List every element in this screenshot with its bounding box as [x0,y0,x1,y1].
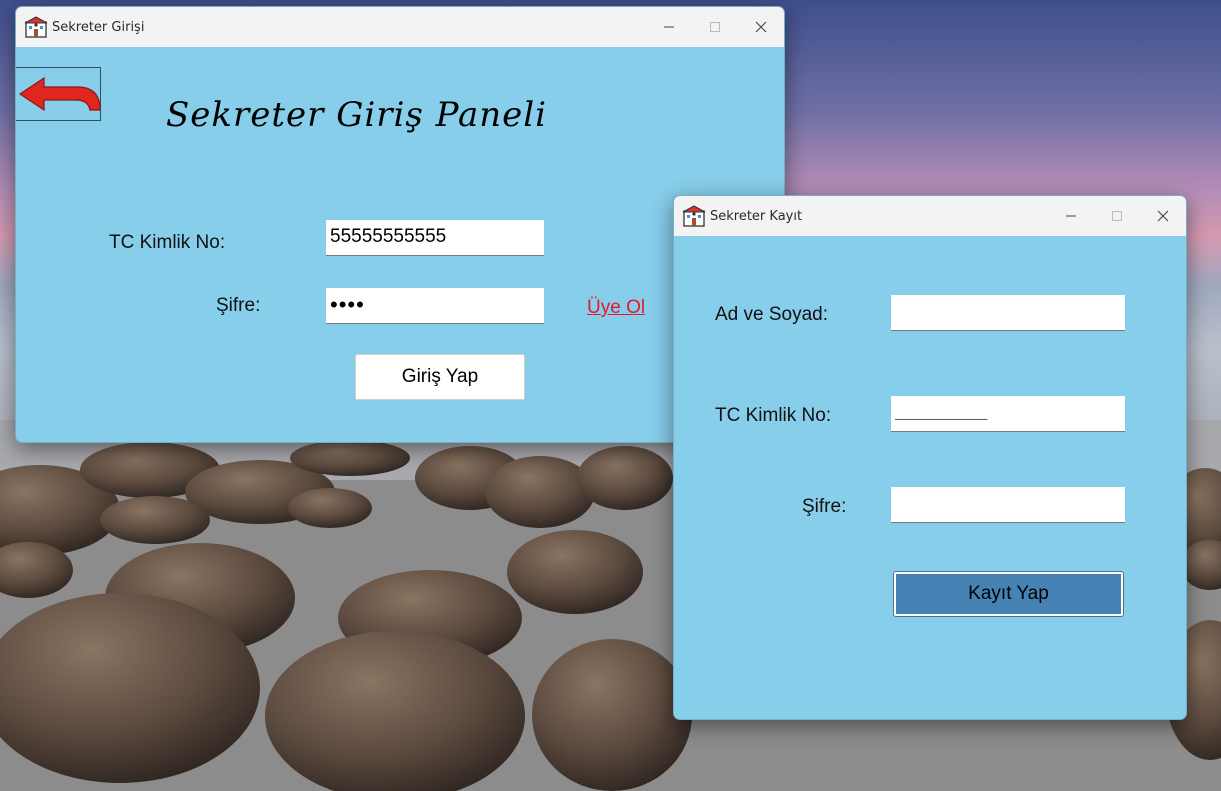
register-button[interactable]: Kayıt Yap [894,572,1123,616]
app-building-icon [24,16,48,38]
maximize-icon [1112,211,1122,221]
back-arrow-icon [18,76,101,112]
login-window: Sekreter Girişi Sekreter Giriş Paneli TC… [15,6,785,443]
tc-masked-input[interactable]: ___________ [891,396,1125,432]
close-icon [755,21,767,33]
login-window-titlebar[interactable]: Sekreter Girişi [16,7,784,47]
tc-label: TC Kimlik No: [109,232,226,253]
back-button[interactable] [16,67,101,121]
register-link[interactable]: Üye Ol [587,297,645,319]
login-window-title: Sekreter Girişi [52,19,145,35]
tc-input[interactable]: 55555555555 [326,220,544,256]
minimize-button[interactable] [646,7,692,47]
register-window-titlebar[interactable]: Sekreter Kayıt [674,196,1186,236]
name-input[interactable] [891,295,1125,331]
tc-label: TC Kimlik No: [715,405,832,426]
maximize-icon [710,22,720,32]
close-icon [1157,210,1169,222]
password-input[interactable] [891,487,1125,523]
password-label: Şifre: [802,496,847,517]
minimize-icon [1066,215,1076,217]
password-input[interactable]: •••• [326,288,544,324]
close-button[interactable] [1140,196,1186,236]
login-button[interactable]: Giriş Yap [355,354,525,400]
minimize-button[interactable] [1048,196,1094,236]
name-label: Ad ve Soyad: [715,304,829,325]
register-window-title: Sekreter Kayıt [710,208,803,224]
panel-heading: Sekreter Giriş Paneli [166,95,548,135]
maximize-button[interactable] [692,7,738,47]
app-building-icon [682,205,706,227]
maximize-button[interactable] [1094,196,1140,236]
minimize-icon [664,26,674,28]
password-label: Şifre: [216,295,261,316]
register-window: Sekreter Kayıt Ad ve Soyad: TC Kimlik No… [673,195,1187,720]
close-button[interactable] [738,7,784,47]
